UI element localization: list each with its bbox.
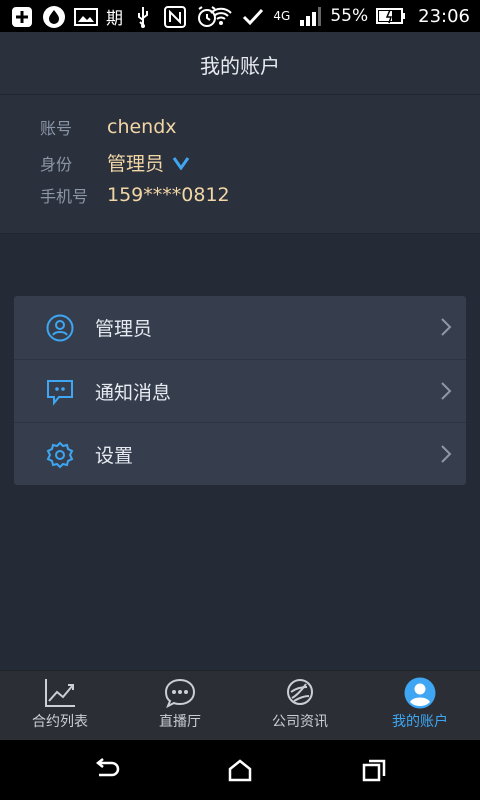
role-value: 管理员 [107, 153, 165, 175]
tab-label: 合约列表 [32, 714, 88, 730]
chevron-right-icon [441, 382, 452, 400]
menu-item-label: 管理员 [95, 318, 153, 340]
nfc-icon [164, 5, 186, 28]
menu-item-settings[interactable]: 设置 [14, 422, 466, 485]
screen: 期 4G 55% 23:06 我的账户 账号 chendx 身份 管理员 手机号… [0, 0, 480, 800]
plus-badge-icon [12, 6, 32, 27]
user-icon [404, 677, 436, 709]
battery-percent: 55% [330, 6, 369, 26]
account-label: 账号 [40, 119, 73, 138]
phone-row: 手机号 159****0812 [40, 183, 230, 207]
tab-news[interactable]: 公司资讯 [240, 671, 360, 741]
role-row[interactable]: 身份 管理员 [40, 149, 190, 176]
news-icon [287, 679, 313, 705]
back-icon[interactable] [94, 758, 120, 782]
recent-apps-icon[interactable] [361, 758, 387, 782]
phone-label: 手机号 [40, 187, 89, 206]
check-icon [243, 8, 264, 26]
system-nav-bar [0, 740, 480, 800]
wifi-icon [210, 7, 233, 25]
menu-item-label: 通知消息 [95, 382, 172, 404]
tab-label: 我的账户 [392, 714, 448, 730]
droplet-icon [43, 5, 65, 28]
page-title: 我的账户 [200, 54, 280, 78]
account-row: 账号 chendx [40, 115, 177, 139]
chevron-down-icon[interactable] [172, 156, 190, 170]
tab-live[interactable]: 直播厅 [120, 671, 240, 741]
message-icon [47, 380, 73, 406]
tab-contracts[interactable]: 合约列表 [0, 671, 120, 741]
carrier-label: 期 [106, 9, 123, 29]
chat-bubble-icon [164, 678, 196, 709]
signal-icon [300, 7, 322, 26]
role-label: 身份 [40, 154, 73, 174]
chart-icon [45, 679, 75, 707]
phone-value: 159****0812 [107, 184, 230, 206]
tab-label: 直播厅 [159, 714, 201, 730]
user-circle-icon [46, 314, 74, 342]
menu-item-admin[interactable]: 管理员 [14, 296, 466, 358]
home-icon[interactable] [227, 758, 253, 782]
tab-my-account[interactable]: 我的账户 [360, 671, 480, 741]
chevron-right-icon [441, 318, 452, 336]
account-value: chendx [107, 116, 177, 138]
account-menu: 管理员 通知消息 设置 [14, 296, 466, 485]
bottom-nav: 合约列表 直播厅 公司资讯 我的账户 [0, 670, 480, 741]
battery-icon [376, 8, 406, 24]
menu-item-label: 设置 [95, 445, 134, 467]
account-info: 账号 chendx 身份 管理员 手机号 159****0812 [0, 95, 480, 234]
network-type: 4G [273, 9, 291, 23]
menu-item-notifications[interactable]: 通知消息 [14, 359, 466, 422]
usb-icon [138, 6, 148, 28]
image-icon [74, 7, 98, 26]
tab-label: 公司资讯 [272, 714, 328, 730]
clock: 23:06 [418, 5, 470, 27]
header: 我的账户 [0, 32, 480, 95]
status-bar: 期 4G 55% 23:06 [0, 0, 480, 32]
gear-icon [46, 441, 74, 469]
chevron-right-icon [441, 445, 452, 463]
